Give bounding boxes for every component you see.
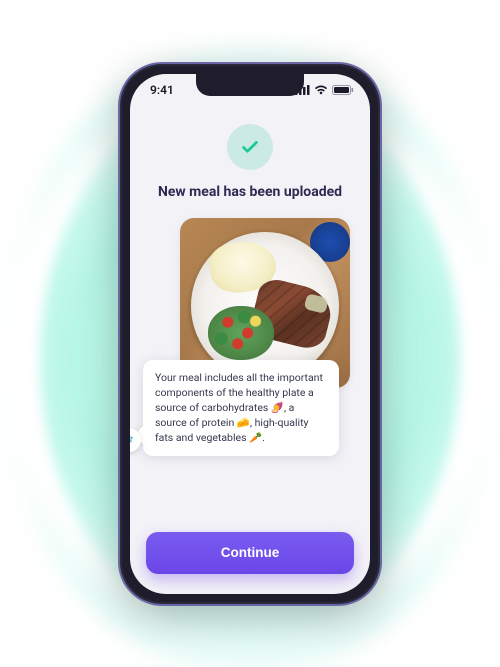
status-icons <box>295 85 354 95</box>
page-title: New meal has been uploaded <box>158 184 342 200</box>
photo-salad <box>208 306 274 360</box>
phone-notch <box>196 74 304 96</box>
phone-screen: 9:41 <box>130 74 370 594</box>
success-check-icon <box>227 124 273 170</box>
continue-button[interactable]: Continue <box>146 532 354 574</box>
meal-description-bubble: Your meal includes all the important com… <box>143 360 339 456</box>
assistant-bubble-wrap: Your meal includes all the important com… <box>143 360 339 456</box>
wifi-icon <box>314 85 328 95</box>
screen-content: New meal has been uploaded Your meal inc… <box>130 106 370 594</box>
meal-description-text: Your meal includes all the important com… <box>155 371 323 445</box>
phone-frame: 9:41 <box>118 62 382 606</box>
status-time: 9:41 <box>150 83 174 97</box>
continue-button-label: Continue <box>221 545 280 560</box>
battery-icon <box>332 85 354 95</box>
